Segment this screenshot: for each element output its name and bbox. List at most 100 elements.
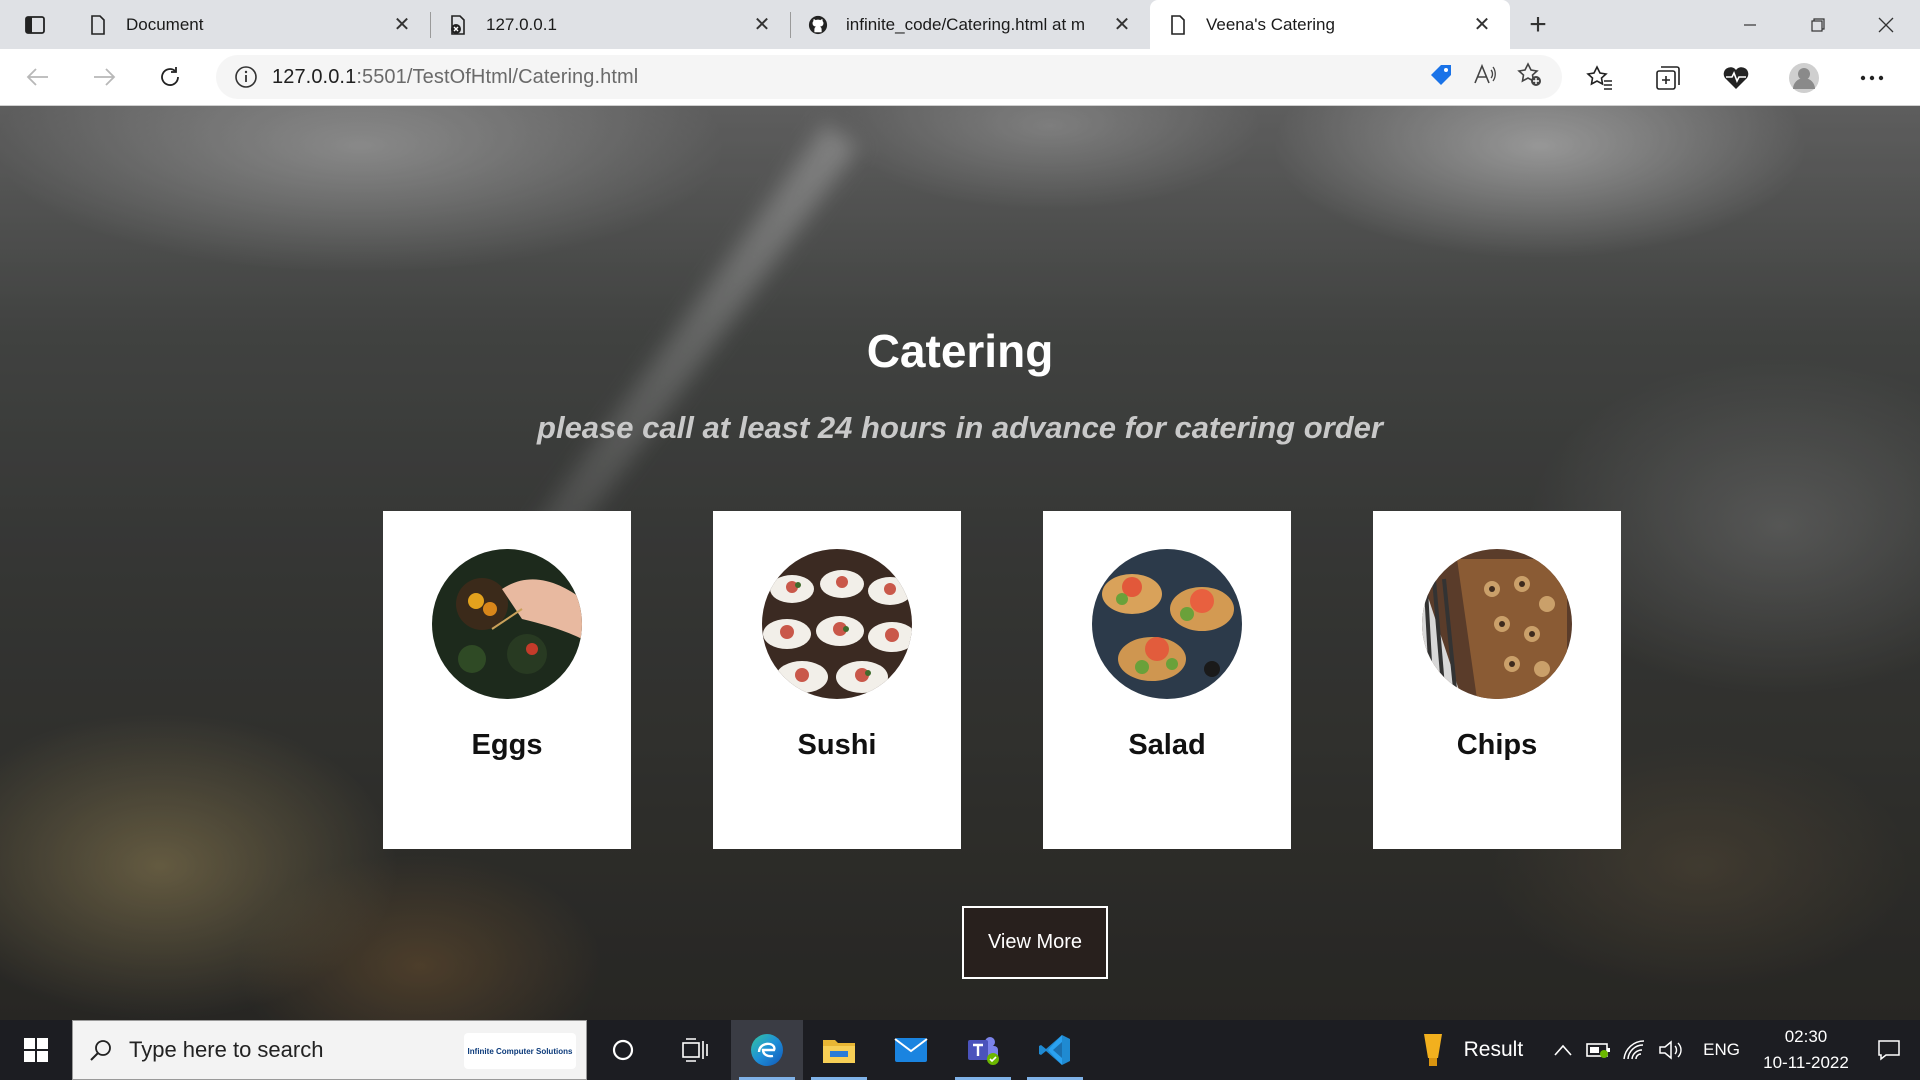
- forward-button[interactable]: [76, 55, 132, 99]
- view-more-button[interactable]: View More: [962, 906, 1108, 979]
- favorites-button[interactable]: [1566, 49, 1634, 106]
- windows-taskbar: Type here to search Infinite Computer So…: [0, 1020, 1920, 1080]
- shopping-tag-icon[interactable]: [1428, 62, 1454, 93]
- close-tab-icon[interactable]: ✕: [1468, 11, 1496, 39]
- catering-page: Catering please call at least 24 hours i…: [0, 106, 1920, 1020]
- input-language[interactable]: ENG: [1703, 1040, 1740, 1060]
- menu-card-eggs[interactable]: Eggs: [383, 511, 631, 849]
- refresh-button[interactable]: [142, 55, 198, 99]
- window-controls: [1716, 0, 1920, 49]
- menu-card-salad[interactable]: Salad: [1043, 511, 1291, 849]
- windows-logo-icon: [24, 1038, 48, 1062]
- teams-button[interactable]: [947, 1020, 1019, 1080]
- notifications-button[interactable]: [1858, 1038, 1920, 1062]
- weather-widget[interactable]: Result: [1422, 1033, 1524, 1067]
- forward-arrow-icon: [94, 68, 116, 86]
- add-favorite-icon[interactable]: [1516, 61, 1544, 94]
- file-explorer-button[interactable]: [803, 1020, 875, 1080]
- mail-button[interactable]: [875, 1020, 947, 1080]
- site-info-icon[interactable]: [220, 65, 272, 89]
- menu-card-sushi[interactable]: Sushi: [713, 511, 961, 849]
- blocked-page-icon: [448, 14, 468, 35]
- github-icon: [808, 15, 828, 35]
- new-tab-button[interactable]: +: [1510, 0, 1566, 49]
- plus-icon: +: [1529, 7, 1547, 41]
- search-placeholder: Type here to search: [129, 1037, 324, 1062]
- collections-button[interactable]: [1634, 49, 1702, 106]
- trophy-icon: [1423, 1034, 1442, 1066]
- tab-title: 127.0.0.1: [486, 14, 557, 34]
- minimize-button[interactable]: [1716, 0, 1784, 49]
- tab-actions-icon: [25, 15, 45, 34]
- address-bar[interactable]: 127.0.0.1:5501/TestOfHtml/Catering.html: [216, 55, 1562, 99]
- avatar-icon: [1789, 62, 1819, 93]
- card-title: Salad: [1128, 729, 1206, 761]
- close-tab-icon[interactable]: ✕: [388, 11, 416, 39]
- close-tab-icon[interactable]: ✕: [748, 11, 776, 39]
- favorites-icon: [1586, 64, 1612, 90]
- tab-actions-button[interactable]: [0, 0, 70, 49]
- sushi-photo: [762, 549, 912, 699]
- file-explorer-icon: [823, 1040, 855, 1063]
- tab-title: infinite_code/Catering.html at m: [846, 14, 1086, 34]
- search-highlight-logo: Infinite Computer Solutions: [464, 1033, 576, 1069]
- tab-title: Veena's Catering: [1206, 14, 1335, 34]
- wifi-icon[interactable]: [1617, 1039, 1653, 1061]
- tab-veenas-catering[interactable]: Veena's Catering ✕: [1150, 0, 1510, 49]
- collections-icon: [1656, 65, 1680, 90]
- back-button[interactable]: [10, 55, 66, 99]
- minimize-icon: [1744, 23, 1756, 26]
- tab-localhost[interactable]: 127.0.0.1 ✕: [430, 0, 790, 49]
- tab-document[interactable]: Document ✕: [70, 0, 430, 49]
- restore-icon: [1811, 17, 1825, 32]
- browser-essentials-button[interactable]: [1702, 49, 1770, 106]
- weather-label: Result: [1463, 1038, 1524, 1061]
- cortana-button[interactable]: [587, 1020, 659, 1080]
- volume-icon[interactable]: [1653, 1039, 1689, 1061]
- battery-icon[interactable]: [1581, 1041, 1617, 1059]
- search-icon: [73, 1038, 129, 1062]
- show-hidden-icons-button[interactable]: [1545, 1044, 1581, 1056]
- menu-card-chips[interactable]: Chips: [1373, 511, 1621, 849]
- profile-button[interactable]: [1770, 49, 1838, 106]
- close-window-button[interactable]: [1852, 0, 1920, 49]
- eggs-photo: [432, 549, 582, 699]
- menu-cards: Eggs Sushi Salad Chips: [383, 511, 1622, 849]
- close-icon: [1878, 17, 1894, 32]
- clock-date: 10-11-2022: [1763, 1053, 1849, 1072]
- restore-button[interactable]: [1784, 0, 1852, 49]
- url-path: :5501/TestOfHtml/Catering.html: [356, 65, 639, 88]
- page-icon: [88, 14, 108, 35]
- edge-taskbar-button[interactable]: [731, 1020, 803, 1080]
- start-button[interactable]: [0, 1020, 72, 1080]
- toolbar-actions: [1566, 49, 1906, 106]
- heart-pulse-icon: [1723, 66, 1749, 89]
- card-title: Eggs: [471, 729, 543, 761]
- card-title: Chips: [1456, 729, 1538, 761]
- tab-strip: Document ✕ 127.0.0.1 ✕ infinite_code/Cat…: [0, 0, 1920, 49]
- close-tab-icon[interactable]: ✕: [1108, 11, 1136, 39]
- cortana-icon: [612, 1039, 634, 1061]
- chips-photo: [1422, 549, 1572, 699]
- chevron-up-icon: [1554, 1044, 1572, 1056]
- teams-icon: [968, 1037, 999, 1065]
- more-dots-icon: [1860, 75, 1884, 80]
- taskbar-search-box[interactable]: Type here to search Infinite Computer So…: [72, 1020, 587, 1080]
- vscode-button[interactable]: [1019, 1020, 1091, 1080]
- system-tray: Result ENG 02:30 10-11-2022: [1422, 1020, 1920, 1080]
- task-view-icon: [682, 1038, 708, 1062]
- task-view-button[interactable]: [659, 1020, 731, 1080]
- read-aloud-icon[interactable]: [1472, 62, 1498, 93]
- tab-github[interactable]: infinite_code/Catering.html at m ✕: [790, 0, 1150, 49]
- tab-title: Document: [126, 14, 204, 34]
- clock-time: 02:30: [1784, 1027, 1828, 1046]
- clock[interactable]: 02:30 10-11-2022: [1754, 1024, 1858, 1076]
- refresh-icon: [161, 67, 179, 86]
- mail-icon: [894, 1038, 928, 1062]
- settings-menu-button[interactable]: [1838, 49, 1906, 106]
- back-arrow-icon: [26, 68, 48, 86]
- salad-photo: [1092, 549, 1242, 699]
- address-url[interactable]: 127.0.0.1:5501/TestOfHtml/Catering.html: [272, 66, 638, 89]
- page-subtitle: please call at least 24 hours in advance…: [537, 410, 1383, 445]
- browser-toolbar: 127.0.0.1:5501/TestOfHtml/Catering.html: [0, 49, 1920, 106]
